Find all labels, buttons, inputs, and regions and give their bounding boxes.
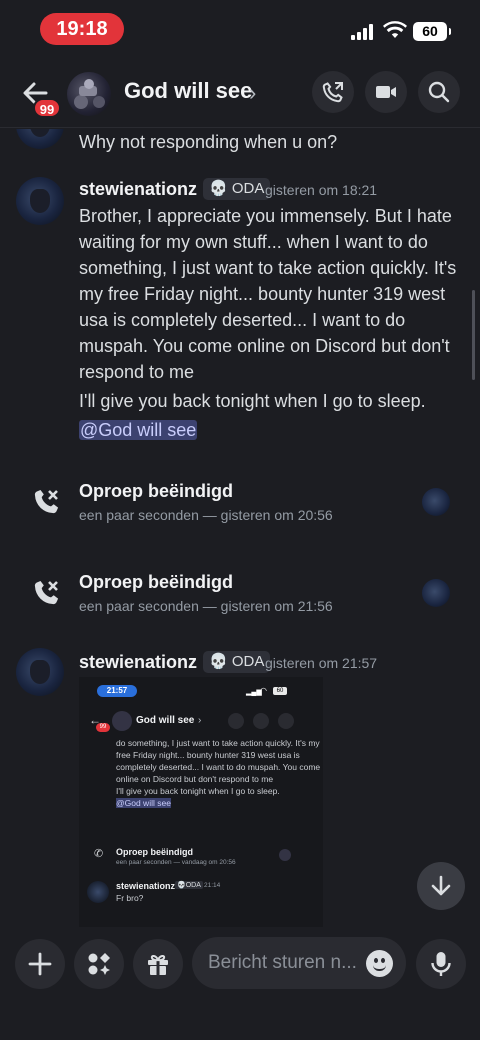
skull-icon: 💀 bbox=[177, 882, 186, 889]
gift-button[interactable] bbox=[133, 939, 183, 989]
status-time: 19:18 bbox=[40, 13, 124, 45]
message-composer bbox=[0, 929, 480, 1040]
chevron-right-icon[interactable]: › bbox=[249, 80, 256, 106]
phone-icon bbox=[228, 713, 244, 729]
attachment-badge: 99 bbox=[96, 723, 110, 732]
apps-button[interactable] bbox=[74, 939, 124, 989]
tag-label: ODA bbox=[231, 180, 265, 197]
attachment-time: 21:57 bbox=[97, 685, 137, 697]
arrow-down-icon bbox=[431, 875, 451, 896]
wifi-icon bbox=[383, 21, 407, 38]
search-icon bbox=[428, 81, 450, 103]
apps-icon bbox=[88, 953, 110, 975]
attachment-title: God will see bbox=[136, 715, 195, 726]
participant-avatar[interactable] bbox=[422, 579, 450, 607]
attachment-call-detail: een paar seconden — vandaag om 20:56 bbox=[116, 859, 236, 866]
message-input-wrapper bbox=[192, 937, 406, 989]
avatar[interactable] bbox=[16, 648, 64, 696]
image-attachment[interactable]: 21:57 ▂▄▆ ◠ 60 ← 99 God will see › do so… bbox=[79, 677, 323, 927]
attachment-text: I'll give you back tonight when I go to … bbox=[116, 786, 280, 796]
signal-icon bbox=[351, 24, 373, 40]
attachment-author: stewienationz bbox=[116, 881, 176, 891]
attach-button[interactable] bbox=[15, 939, 65, 989]
attachment-text: do something, I just want to take action… bbox=[116, 738, 321, 784]
call-ended-icon bbox=[34, 581, 59, 605]
video-icon bbox=[253, 713, 269, 729]
attachment-author-avatar bbox=[87, 881, 109, 903]
video-icon bbox=[376, 86, 396, 98]
message-text: Brother, I appreciate you immensely. But… bbox=[79, 206, 457, 382]
message-input[interactable] bbox=[208, 937, 358, 989]
avatar[interactable] bbox=[16, 129, 64, 149]
call-status-title: Oproep beëindigd bbox=[79, 572, 234, 592]
search-icon bbox=[278, 713, 294, 729]
plus-icon bbox=[28, 952, 52, 976]
skull-icon: 💀 bbox=[209, 653, 228, 670]
attachment-tag: 💀ODA bbox=[175, 881, 203, 889]
user-mention[interactable]: @God will see bbox=[79, 420, 198, 440]
message-list[interactable]: Why not responding when u on? stewienati… bbox=[0, 129, 480, 929]
mention-line: @God will see bbox=[79, 417, 469, 443]
battery-indicator: 60 bbox=[413, 22, 451, 41]
user-tag: 💀 ODA bbox=[203, 178, 271, 200]
tag-label: ODA bbox=[231, 653, 265, 670]
call-status-title: Oproep beëindigd bbox=[79, 481, 234, 501]
attachment-timestamp: 21:14 bbox=[204, 882, 221, 889]
scrollbar[interactable] bbox=[472, 290, 475, 380]
skull-icon: 💀 bbox=[209, 180, 228, 197]
attachment-tag-label: ODA bbox=[185, 882, 201, 889]
message-author[interactable]: stewienationz bbox=[79, 652, 197, 673]
search-button[interactable] bbox=[418, 71, 460, 113]
participant-avatar[interactable] bbox=[422, 488, 450, 516]
avatar[interactable] bbox=[16, 177, 64, 225]
attachment-mention: @God will see bbox=[116, 798, 171, 808]
message-timestamp: gisteren om 21:57 bbox=[265, 655, 378, 671]
participant-avatar bbox=[279, 849, 291, 861]
message-timestamp: gisteren om 18:21 bbox=[265, 182, 378, 198]
unread-badge: 99 bbox=[33, 98, 61, 118]
voice-call-button[interactable] bbox=[312, 71, 354, 113]
attachment-call-title: Oproep beëindigd bbox=[116, 847, 194, 857]
attachment-avatar bbox=[112, 711, 132, 731]
voice-message-button[interactable] bbox=[416, 939, 466, 989]
phone-icon bbox=[322, 82, 343, 103]
attachment-message: do something, I just want to take action… bbox=[116, 737, 321, 809]
call-ended-icon: ✆ bbox=[94, 848, 104, 860]
message-text: Why not responding when u on? bbox=[79, 132, 338, 152]
gift-icon bbox=[148, 954, 168, 975]
microphone-icon bbox=[431, 952, 451, 976]
video-call-button[interactable] bbox=[365, 71, 407, 113]
user-tag: 💀 ODA bbox=[203, 651, 271, 673]
emoji-icon[interactable] bbox=[366, 950, 393, 977]
attachment-latest-message: Fr bro? bbox=[116, 893, 144, 903]
message-author[interactable]: stewienationz bbox=[79, 179, 197, 200]
call-status-detail: een paar seconden — gisteren om 21:56 bbox=[79, 598, 333, 614]
dm-avatar[interactable] bbox=[67, 72, 111, 116]
wifi-icon: ◠ bbox=[260, 686, 267, 695]
dm-title[interactable]: God will see bbox=[124, 78, 252, 104]
call-status-detail: een paar seconden — gisteren om 20:56 bbox=[79, 507, 333, 523]
message-text: I'll give you back tonight when I go to … bbox=[79, 391, 426, 411]
status-bar: 19:18 60 bbox=[0, 0, 480, 62]
call-ended-icon bbox=[34, 490, 59, 514]
chevron-right-icon: › bbox=[198, 715, 202, 726]
jump-to-latest-button[interactable] bbox=[417, 862, 465, 910]
channel-header: 99 God will see › bbox=[0, 62, 480, 128]
attachment-battery: 60 bbox=[273, 687, 287, 695]
